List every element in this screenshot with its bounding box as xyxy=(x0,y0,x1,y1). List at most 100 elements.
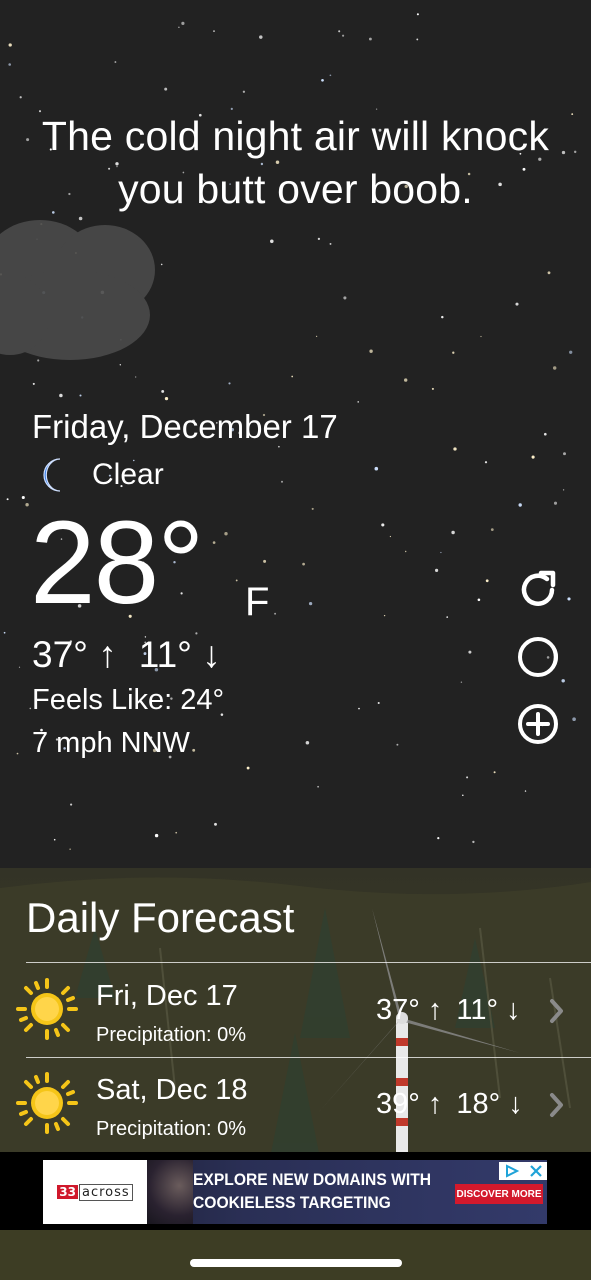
star xyxy=(8,63,11,66)
forecast-high: 39° ↑ xyxy=(376,1088,443,1120)
star xyxy=(321,78,324,82)
star xyxy=(338,30,341,33)
star xyxy=(562,489,565,491)
temperature-unit: F xyxy=(245,580,270,624)
star xyxy=(518,503,522,507)
advertiser-logo: 33 across xyxy=(43,1160,147,1224)
star xyxy=(135,376,137,378)
star xyxy=(480,335,482,338)
star xyxy=(329,74,332,77)
star xyxy=(389,535,392,538)
adchoices-icon[interactable] xyxy=(504,1164,520,1178)
star xyxy=(543,432,547,436)
star xyxy=(515,302,519,306)
star xyxy=(3,631,6,634)
star xyxy=(396,743,399,746)
star xyxy=(259,35,263,39)
star xyxy=(192,748,196,752)
chevron-right-icon xyxy=(550,1093,563,1117)
star xyxy=(270,239,274,244)
star xyxy=(154,833,159,838)
weather-screen: The cold night air will knock you butt o… xyxy=(0,0,591,1280)
low-temp: 11° ↓ xyxy=(138,634,221,675)
forecast-high: 37° ↑ xyxy=(376,994,443,1026)
star xyxy=(246,766,250,770)
discover-more-button[interactable]: DISCOVER MORE xyxy=(455,1184,543,1204)
star xyxy=(451,530,455,535)
high-temp: 37° ↑ xyxy=(32,634,117,675)
star xyxy=(416,13,419,16)
star xyxy=(212,541,216,544)
star xyxy=(317,237,321,241)
star xyxy=(329,242,332,245)
forecast-day: Sat, Dec 18 xyxy=(96,1074,248,1106)
star xyxy=(466,776,469,779)
crescent-moon-icon xyxy=(43,458,61,492)
current-date: Friday, December 17 xyxy=(32,408,338,445)
star xyxy=(524,790,527,792)
star xyxy=(281,480,283,483)
star xyxy=(441,315,444,319)
ad-banner[interactable]: 33 across EXPLORE NEW DOMAINS WITH COOKI… xyxy=(0,1152,591,1230)
star xyxy=(29,707,32,710)
star xyxy=(553,501,558,505)
star xyxy=(308,601,313,606)
forecast-low: 11° ↓ xyxy=(456,994,521,1026)
daily-forecast-title: Daily Forecast xyxy=(26,894,295,941)
star xyxy=(569,350,573,354)
divider xyxy=(26,962,591,963)
star xyxy=(460,681,463,683)
star xyxy=(18,666,21,668)
ad-line-2: COOKIELESS TARGETING xyxy=(193,1193,391,1212)
star xyxy=(70,803,73,806)
star xyxy=(563,452,566,456)
forecast-precipitation: Precipitation: 0% xyxy=(96,1118,247,1140)
star xyxy=(181,21,185,25)
star xyxy=(302,562,305,566)
close-icon[interactable] xyxy=(529,1164,543,1178)
logo-number: 33 xyxy=(57,1185,78,1199)
home-indicator[interactable] xyxy=(190,1259,402,1267)
star xyxy=(573,150,577,154)
star xyxy=(178,26,180,29)
star xyxy=(404,378,408,382)
add-location-button[interactable] xyxy=(515,701,561,747)
star xyxy=(242,90,246,93)
star xyxy=(368,37,372,41)
wind-speed: 7 mph NNW xyxy=(32,727,190,759)
star xyxy=(437,837,440,840)
star xyxy=(16,752,19,755)
star xyxy=(561,679,565,683)
forecast-low: 18° ↓ xyxy=(456,1088,523,1120)
sun-icon xyxy=(16,1072,78,1134)
star xyxy=(342,34,345,37)
star xyxy=(263,559,267,563)
star xyxy=(32,382,35,385)
sun-icon xyxy=(16,978,78,1040)
ad-creative[interactable]: 33 across EXPLORE NEW DOMAINS WITH COOKI… xyxy=(43,1160,547,1224)
cloud-decoration xyxy=(0,220,155,360)
star xyxy=(114,61,117,63)
star xyxy=(369,349,373,353)
star xyxy=(21,495,25,500)
star xyxy=(161,389,165,393)
moon-phase-button[interactable] xyxy=(515,634,561,680)
star xyxy=(446,616,449,618)
forecast-row[interactable]: Sat, Dec 18 Precipitation: 0% 39° ↑ 18° … xyxy=(0,1058,591,1150)
forecast-range: 37° ↑ 11° ↓ xyxy=(376,994,521,1027)
ad-line-1: EXPLORE NEW DOMAINS WITH xyxy=(193,1170,432,1189)
star xyxy=(6,498,9,501)
star xyxy=(531,455,535,459)
moon-phase-icon xyxy=(518,637,558,677)
star xyxy=(291,375,294,378)
ad-image xyxy=(147,1160,193,1224)
ad-choices[interactable] xyxy=(499,1162,547,1180)
star xyxy=(462,794,464,796)
star xyxy=(416,38,419,41)
star xyxy=(53,838,56,841)
refresh-button[interactable] xyxy=(515,567,561,613)
star xyxy=(175,831,178,834)
current-temperature: 28° xyxy=(30,497,204,629)
forecast-row[interactable]: Fri, Dec 17 Precipitation: 0% 37° ↑ 11° … xyxy=(0,964,591,1056)
star xyxy=(224,532,228,536)
